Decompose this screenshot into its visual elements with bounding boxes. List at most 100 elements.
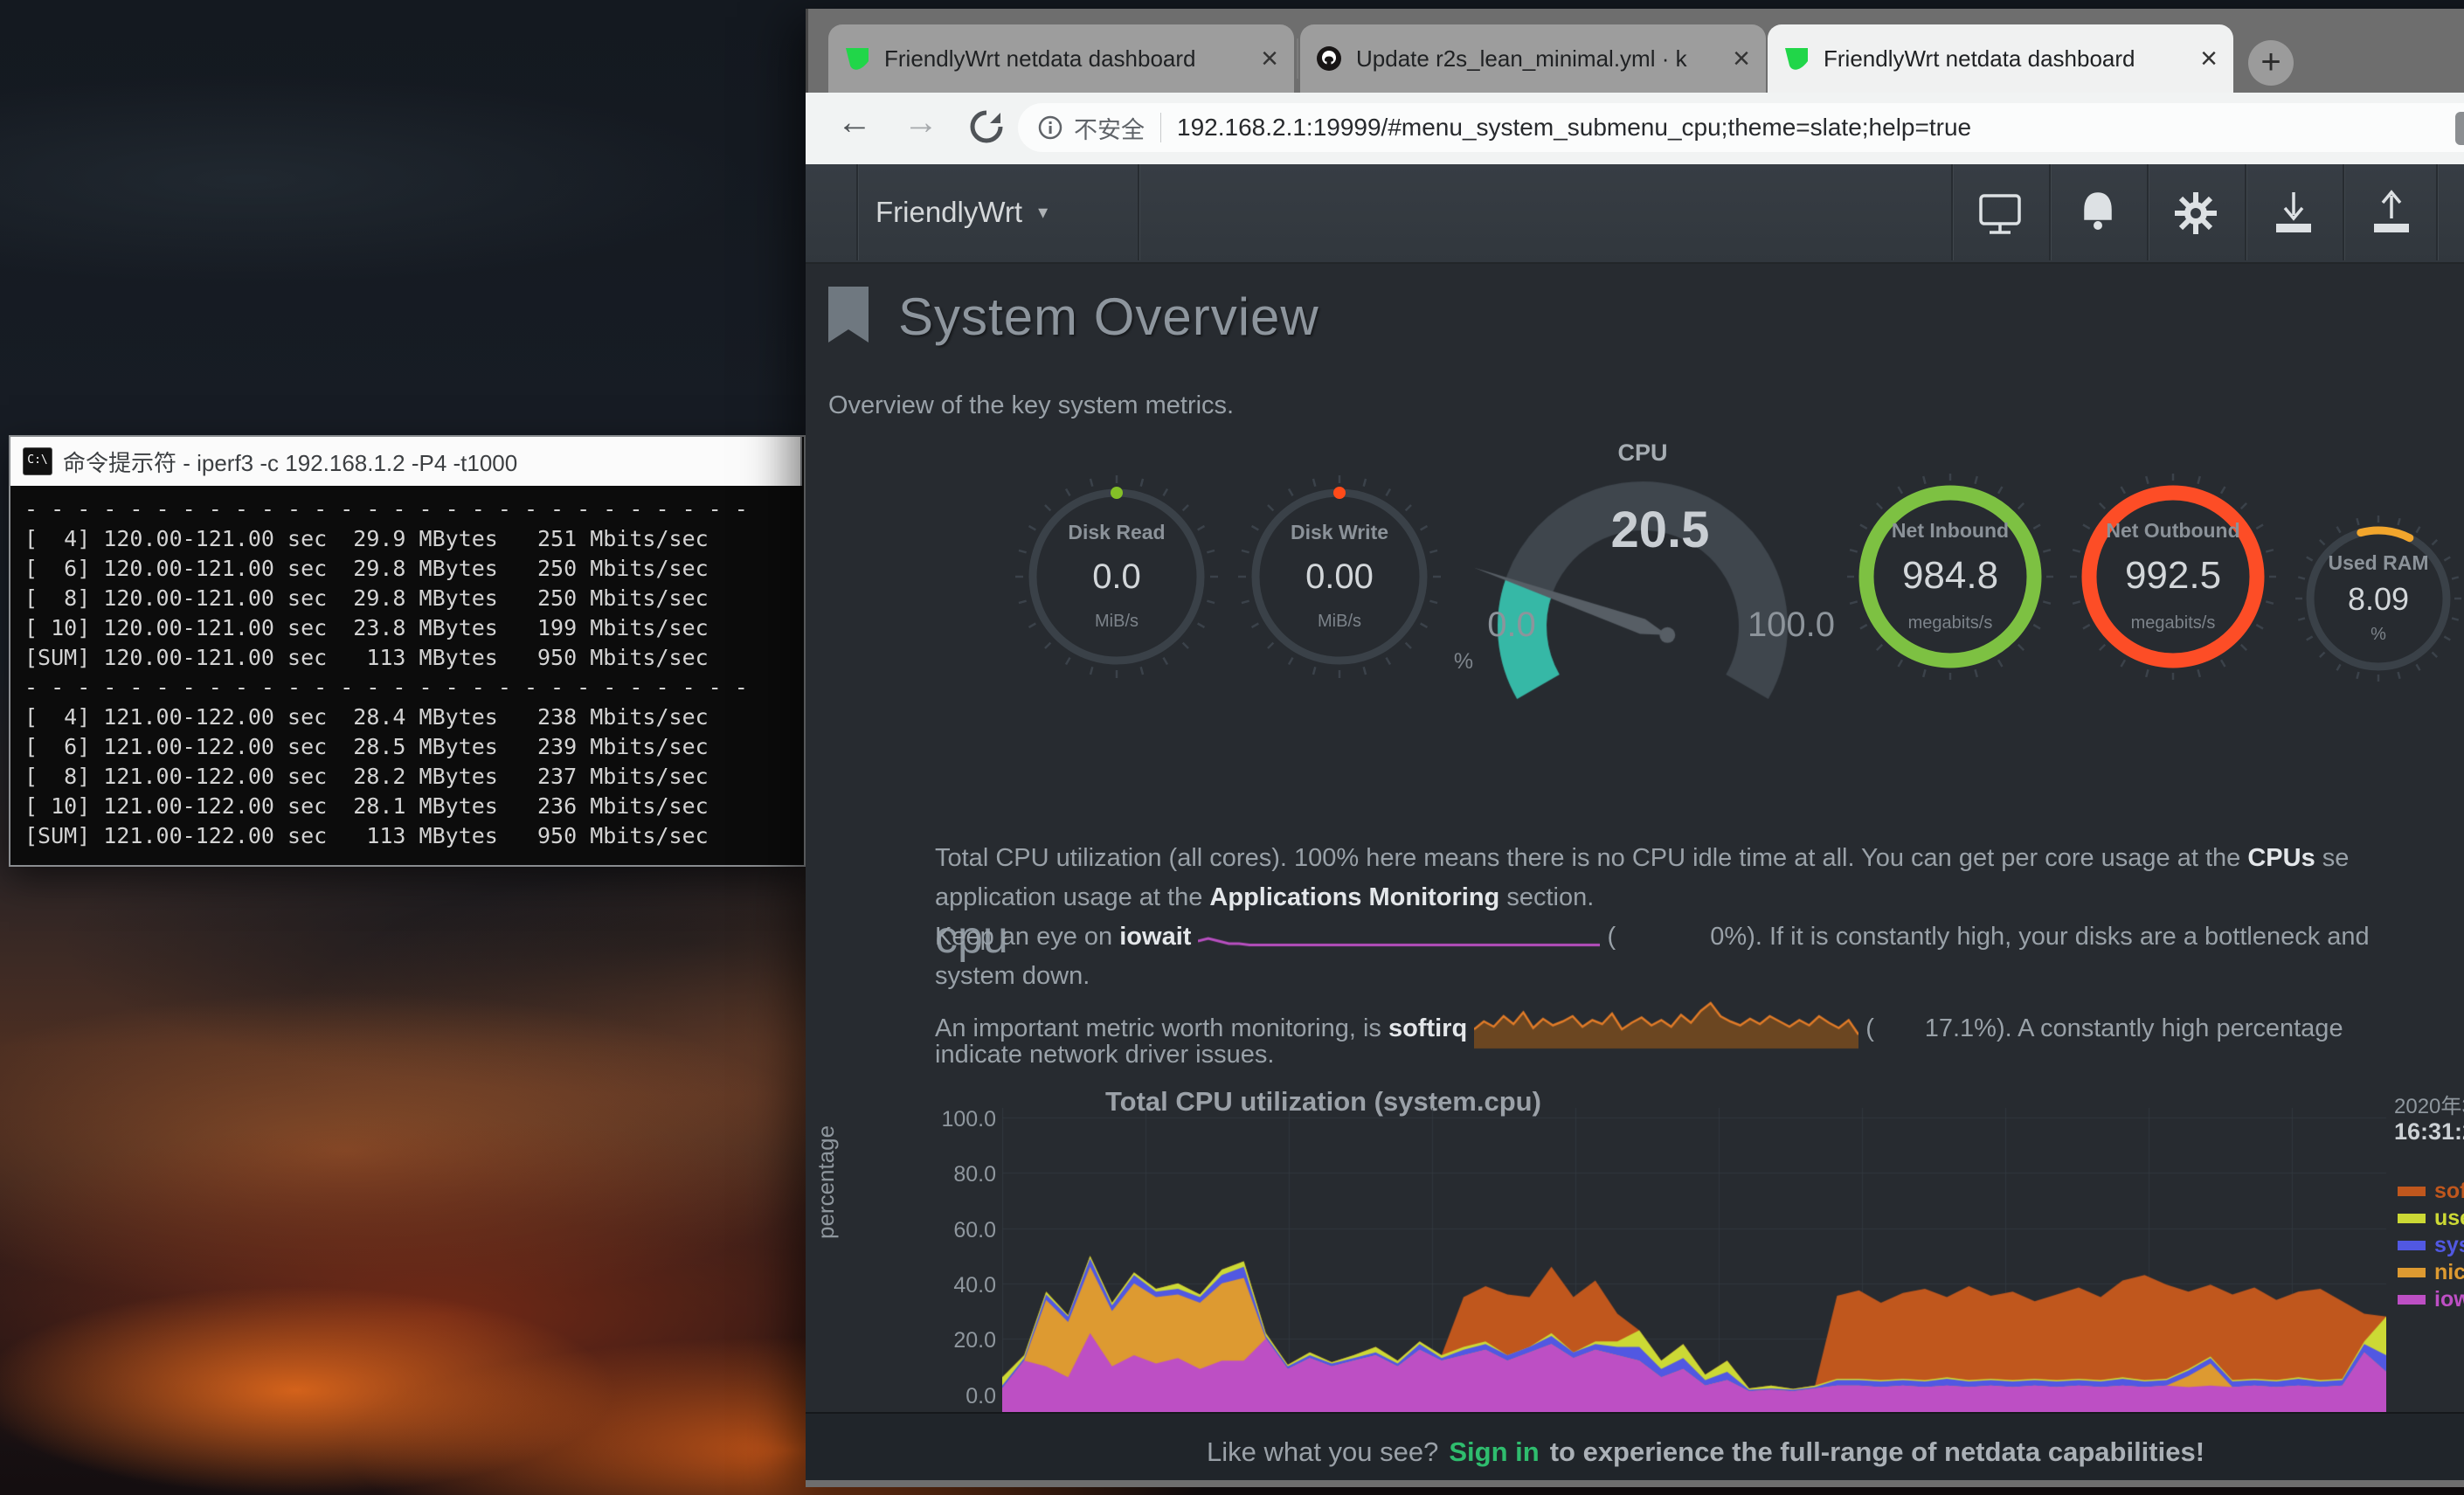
legend-item-user[interactable]: user xyxy=(2398,1205,2464,1232)
security-label[interactable]: 不安全 xyxy=(1074,111,1145,145)
chart-timestamp-date: 2020年3 xyxy=(2394,1089,2464,1119)
github-logo-icon xyxy=(1316,45,1342,72)
legend-item-softirq[interactable]: softirq xyxy=(2398,1178,2464,1205)
tab-netdata-2-active[interactable]: FriendlyWrt netdata dashboard × xyxy=(1768,24,2233,93)
terminal-output: - - - - - - - - - - - - - - - - - - - - … xyxy=(10,486,804,865)
navbar-separator xyxy=(2343,164,2344,260)
host-name: FriendlyWrt xyxy=(876,196,1022,229)
terminal-line: - - - - - - - - - - - - - - - - - - - - … xyxy=(24,673,804,703)
legend-swatch xyxy=(2398,1295,2426,1305)
gauge-disk-read[interactable]: Disk Read 0.0 MiB/s xyxy=(1014,474,1220,680)
gauge-used-ram[interactable]: Used RAM 8.09 % xyxy=(2293,513,2464,684)
cpu-utilization-chart[interactable] xyxy=(1002,1108,2386,1412)
netdata-page: FriendlyWrt ▾ xyxy=(806,164,2464,1480)
url-separator xyxy=(1160,113,1161,142)
chart-timestamp-time: 16:31:2 xyxy=(2394,1118,2464,1145)
host-selector[interactable]: FriendlyWrt ▾ xyxy=(876,164,1048,260)
cpu-paragraph-line: An important metric worth monitoring, is… xyxy=(935,996,2343,1035)
sign-in-link[interactable]: Sign in xyxy=(1449,1436,1539,1468)
terminal-line: [ 8] 120.00-121.00 sec 29.8 MBytes 250 M… xyxy=(24,584,804,613)
legend-label: system xyxy=(2434,1233,2464,1258)
tab-title: Update r2s_lean_minimal.yml · k xyxy=(1356,45,1724,73)
legend-swatch xyxy=(2398,1214,2426,1223)
applications-monitoring-link[interactable]: Applications Monitoring xyxy=(1209,883,1499,911)
footer-text-bold: to experience the full-range of netdata … xyxy=(1550,1436,2204,1468)
terminal-line: [ 10] 120.00-121.00 sec 23.8 MBytes 199 … xyxy=(24,613,804,643)
tab-close-icon[interactable]: × xyxy=(1733,45,1750,72)
forward-button: → xyxy=(903,103,938,142)
tab-title: FriendlyWrt netdata dashboard xyxy=(884,45,1252,73)
chart-legend: softirqusersystemniceiowait xyxy=(2398,1178,2464,1313)
iowait-value: 0% xyxy=(1616,917,1747,957)
new-tab-button[interactable]: + xyxy=(2248,40,2294,86)
tab-netdata-1[interactable]: FriendlyWrt netdata dashboard × xyxy=(828,24,1294,93)
bookmark-star-icon[interactable] xyxy=(2455,112,2464,145)
tab-title: FriendlyWrt netdata dashboard xyxy=(1824,45,2191,73)
softirq-sparkline[interactable] xyxy=(1474,996,1858,1050)
y-tick: 100.0 xyxy=(909,1107,996,1132)
cpu-paragraph-line: Keep an eye on iowait (0%). If it is con… xyxy=(935,917,2370,957)
cmd-icon: C:\ xyxy=(23,447,52,475)
export-upload-icon[interactable] xyxy=(2364,185,2419,241)
tab-separator xyxy=(1297,38,1298,79)
chevron-down-icon: ▾ xyxy=(1038,201,1048,224)
y-tick: 80.0 xyxy=(909,1162,996,1187)
back-button[interactable]: ← xyxy=(837,103,872,142)
iowait-sparkline[interactable] xyxy=(1198,922,1600,952)
terminal-window[interactable]: C:\ 命令提示符 - iperf3 -c 192.168.1.2 -P4 -t… xyxy=(9,435,806,867)
address-bar[interactable]: 不安全 192.168.2.1:19999/#menu_system_subme… xyxy=(1018,103,2464,152)
browser-tabstrip: FriendlyWrt netdata dashboard × Update r… xyxy=(806,9,2464,93)
page-subtitle: Overview of the key system metrics. xyxy=(828,391,1234,420)
terminal-titlebar[interactable]: C:\ 命令提示符 - iperf3 -c 192.168.1.2 -P4 -t… xyxy=(9,435,802,486)
navbar-separator xyxy=(1138,164,1139,260)
gear-icon[interactable] xyxy=(2168,185,2224,241)
legend-swatch xyxy=(2398,1268,2426,1277)
browser-window: FriendlyWrt netdata dashboard × Update r… xyxy=(806,9,2464,1487)
cpu-paragraph-line: application usage at the Applications Mo… xyxy=(935,878,1594,917)
terminal-line: [ 4] 121.00-122.00 sec 28.4 MBytes 238 M… xyxy=(24,703,804,732)
desktop: C:\ 命令提示符 - iperf3 -c 192.168.1.2 -P4 -t… xyxy=(0,0,2464,1495)
navbar-separator xyxy=(2436,164,2438,260)
terminal-line: [ 10] 121.00-122.00 sec 28.1 MBytes 236 … xyxy=(24,792,804,821)
info-icon[interactable] xyxy=(1037,114,1063,141)
footer-text: Like what you see? xyxy=(1207,1436,1438,1468)
y-tick: 20.0 xyxy=(909,1328,996,1353)
netdata-footer: Like what you see? Sign in to experience… xyxy=(806,1412,2464,1480)
legend-item-iowait[interactable]: iowait xyxy=(2398,1286,2464,1313)
legend-item-system[interactable]: system xyxy=(2398,1232,2464,1259)
netdata-logo-icon xyxy=(1783,45,1810,72)
legend-swatch xyxy=(2398,1241,2426,1250)
terminal-title: 命令提示符 - iperf3 -c 192.168.1.2 -P4 -t1000 xyxy=(63,446,517,478)
tab-github[interactable]: Update r2s_lean_minimal.yml · k × xyxy=(1300,24,1766,93)
legend-label: iowait xyxy=(2434,1287,2464,1312)
monitor-icon[interactable] xyxy=(1972,185,2028,241)
terminal-line: [SUM] 120.00-121.00 sec 113 MBytes 950 M… xyxy=(24,643,804,673)
cpu-paragraph-line: Total CPU utilization (all cores). 100% … xyxy=(935,839,2349,878)
terminal-line: [ 8] 121.00-122.00 sec 28.2 MBytes 237 M… xyxy=(24,762,804,792)
gauge-net-outbound[interactable]: Net Outbound 992.5 megabits/s xyxy=(2070,474,2276,680)
gauge-dot xyxy=(1333,487,1346,499)
legend-label: nice xyxy=(2434,1260,2464,1285)
bell-icon[interactable] xyxy=(2070,185,2126,241)
legend-item-nice[interactable]: nice xyxy=(2398,1259,2464,1286)
terminal-line: - - - - - - - - - - - - - - - - - - - - … xyxy=(24,495,804,524)
terminal-line: [SUM] 121.00-122.00 sec 113 MBytes 950 M… xyxy=(24,821,804,851)
tab-close-icon[interactable]: × xyxy=(2200,45,2218,72)
reload-button[interactable] xyxy=(965,105,1008,149)
y-axis-label: percentage xyxy=(813,1125,840,1239)
legend-label: user xyxy=(2434,1206,2464,1231)
gauge-net-inbound[interactable]: Net Inbound 984.8 megabits/s xyxy=(1847,474,2053,680)
tab-close-icon[interactable]: × xyxy=(1261,45,1278,72)
page-title: System Overview xyxy=(898,287,1319,347)
terminal-line: [ 4] 120.00-121.00 sec 29.9 MBytes 251 M… xyxy=(24,524,804,554)
navbar-separator xyxy=(2245,164,2246,260)
import-download-icon[interactable] xyxy=(2266,185,2322,241)
cpus-link[interactable]: CPUs xyxy=(2247,844,2315,872)
navbar-separator xyxy=(2049,164,2051,260)
url-text[interactable]: 192.168.2.1:19999/#menu_system_submenu_c… xyxy=(1177,114,1971,142)
netdata-logo-icon xyxy=(844,45,870,72)
softirq-value: 17.1% xyxy=(1874,1009,1997,1049)
y-tick: 40.0 xyxy=(909,1273,996,1298)
gauge-disk-write[interactable]: Disk Write 0.00 MiB/s xyxy=(1236,474,1443,680)
gauge-cpu[interactable]: CPU 20.5 0.0 100.0 % xyxy=(1433,424,1852,721)
